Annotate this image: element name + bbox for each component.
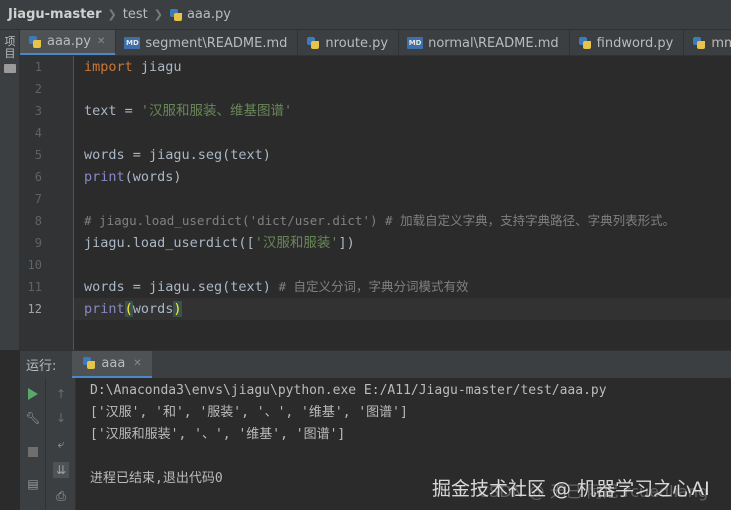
close-icon[interactable]: ✕	[97, 36, 105, 47]
code-text: (words)	[124, 169, 182, 185]
breadcrumb: Jiagu-master ❯ test ❯ aaa.py	[0, 0, 731, 30]
scroll-to-end-icon[interactable]: ⇊	[53, 462, 69, 478]
code-line-9: jiagu.load_userdict(['汉服和服装'])	[84, 232, 355, 254]
stop-icon[interactable]	[25, 444, 41, 460]
line-number: 10	[27, 258, 42, 272]
chevron-right-icon: ❯	[153, 8, 163, 21]
left-tool-strip: 项目	[0, 30, 20, 350]
run-panel-label: 运行:	[26, 359, 57, 374]
console-line: 进程已结束,退出代码0	[90, 471, 223, 486]
line-number: 11	[27, 280, 42, 294]
chevron-right-icon: ❯	[107, 8, 117, 21]
tab-label: normal\README.md	[428, 35, 559, 51]
comment: # 自定义分词，字典分词模式有效	[270, 279, 469, 294]
run-tab-label: aaa	[101, 355, 126, 371]
python-file-icon	[578, 36, 592, 50]
project-tool-tab[interactable]: 项目	[3, 36, 17, 60]
breadcrumb-project[interactable]: Jiagu-master	[8, 7, 102, 22]
code-text: text =	[84, 103, 141, 119]
watermark: 掘金技术社区 @ 机器学习之心AI	[432, 478, 710, 500]
python-file-icon	[692, 36, 706, 50]
close-icon[interactable]: ✕	[133, 358, 141, 369]
matched-paren: (	[124, 301, 133, 317]
tab-label: segment\README.md	[145, 35, 288, 51]
code-text: jiagu.load_userdict([	[84, 235, 255, 251]
layout-icon[interactable]: ▤	[25, 476, 41, 492]
python-file-icon	[306, 36, 320, 50]
code-line-8-comment: # jiagu.load_userdict('dict/user.dict') …	[84, 213, 676, 228]
code-line-5: words = jiagu.seg(text)	[84, 147, 271, 163]
run-toolbar-right: ↑ ↓ ⤶ ⇊ ⎙	[46, 378, 76, 510]
matched-paren: )	[173, 301, 182, 317]
line-number: 8	[34, 214, 42, 228]
wrench-icon[interactable]: 🔧︎	[25, 410, 41, 426]
line-number: 6	[34, 170, 42, 184]
markdown-file-icon: MD	[124, 37, 141, 49]
breadcrumb-folder[interactable]: test	[123, 7, 148, 22]
console-line: ['汉服', '和', '服装', '、', '维基', '图谱']	[90, 405, 408, 420]
print-icon[interactable]: ⎙	[53, 488, 69, 504]
tab-label: aaa.py	[47, 34, 91, 49]
tab-aaa-py[interactable]: aaa.py ✕	[20, 30, 117, 55]
line-number: 1	[34, 60, 42, 74]
python-file-icon	[169, 8, 183, 22]
markdown-file-icon: MD	[407, 37, 424, 49]
line-number: 7	[34, 192, 42, 206]
rerun-icon[interactable]	[25, 386, 41, 402]
tab-label: mms	[711, 35, 731, 51]
console-line: D:\Anaconda3\envs\jiagu\python.exe E:/A1…	[90, 383, 607, 398]
line-number-gutter: 1 2 3 4 5 6 7 8 9 10 11 12	[20, 56, 74, 350]
line-number: 9	[34, 236, 42, 250]
tab-normal-readme[interactable]: MD normal\README.md	[399, 30, 570, 55]
code-editor[interactable]: 1 2 3 4 5 6 7 8 9 10 11 12 import jiagu …	[20, 56, 731, 350]
line-number-current: 12	[27, 302, 42, 316]
keyword: import	[84, 59, 133, 75]
python-file-icon	[28, 35, 42, 49]
tab-mms[interactable]: mms	[684, 30, 731, 55]
run-panel-header: 运行: aaa ✕	[20, 350, 731, 379]
code-line-3: text = '汉服和服装、维基图谱'	[84, 100, 292, 122]
code-text: jiagu	[132, 59, 182, 75]
line-number: 4	[34, 126, 42, 140]
soft-wrap-icon[interactable]: ⤶	[53, 436, 69, 452]
builtin-function: print	[84, 301, 125, 317]
line-number: 3	[34, 104, 42, 118]
arrow-down-icon[interactable]: ↓	[53, 410, 69, 426]
tab-nroute-py[interactable]: nroute.py	[298, 30, 400, 55]
tab-findword-py[interactable]: findword.py	[570, 30, 685, 55]
string-literal: '汉服和服装'	[254, 235, 339, 251]
code-text: ])	[338, 235, 355, 251]
code-line-11: words = jiagu.seg(text) # 自定义分词，字典分词模式有效	[84, 276, 469, 298]
breadcrumb-file[interactable]: aaa.py	[187, 7, 231, 22]
string-literal: '汉服和服装、维基图谱'	[140, 103, 293, 119]
tab-label: nroute.py	[325, 35, 389, 51]
line-number: 5	[34, 148, 42, 162]
tab-label: findword.py	[596, 35, 674, 51]
code-line-1: import jiagu	[84, 56, 182, 78]
console-line: ['汉服和服装', '、', '维基', '图谱']	[90, 427, 346, 442]
builtin-function: print	[84, 169, 125, 185]
code-text: words	[132, 301, 174, 317]
run-tab-aaa[interactable]: aaa ✕	[72, 350, 152, 379]
python-file-icon	[82, 356, 96, 370]
tab-segment-readme[interactable]: MD segment\README.md	[116, 30, 299, 55]
code-line-12: print(words)	[84, 298, 182, 320]
editor-tabs: aaa.py ✕ MD segment\README.md nroute.py …	[20, 30, 731, 56]
code-text: words = jiagu.seg(text)	[84, 279, 271, 295]
code-line-6: print(words)	[84, 166, 182, 188]
folder-icon[interactable]	[4, 64, 16, 73]
run-toolbar-left: 🔧︎ ▤	[20, 378, 46, 510]
line-number: 2	[34, 82, 42, 96]
arrow-up-icon[interactable]: ↑	[53, 386, 69, 402]
